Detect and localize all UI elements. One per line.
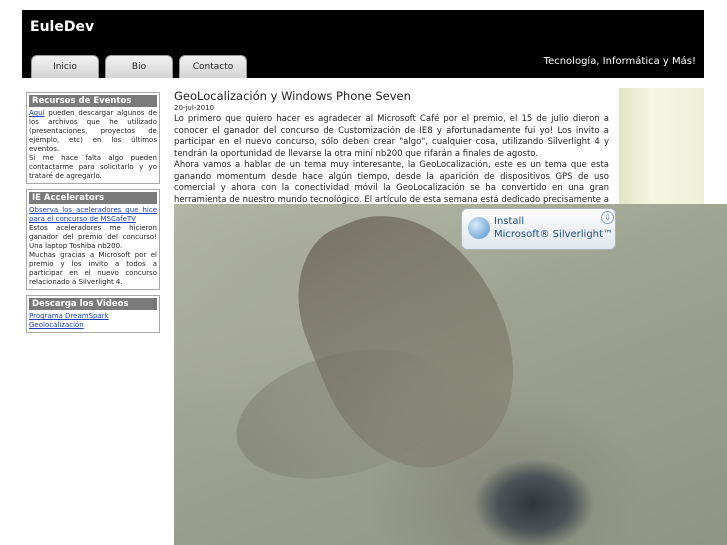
box-text-body: pueden descargar algunos de los archivos… <box>29 109 157 153</box>
download-arrow-icon: ⇩ <box>601 211 614 224</box>
box-text: Observa los aceleradores que hice para e… <box>29 206 157 224</box>
video-link-geolocalizacion[interactable]: Geolocalización <box>29 321 157 330</box>
install-silverlight-button[interactable]: Install Microsoft® Silverlight™ ⇩ <box>461 208 616 250</box>
tab-contacto[interactable]: Contacto <box>179 55 247 78</box>
tab-inicio[interactable]: Inicio <box>31 55 99 78</box>
aqui-link[interactable]: Aquí <box>29 109 45 117</box>
box-text-2: Estos aceleradores me hicieron ganador d… <box>29 224 157 250</box>
box-title: IE Accelerators <box>29 192 157 204</box>
main-content: GeoLocalización y Windows Phone Seven 20… <box>174 88 609 218</box>
sidebar-box-ie-accelerators: IE Accelerators Observa los aceleradores… <box>26 189 160 290</box>
sidebar-box-recursos: Recursos de Eventos Aquí pueden descarga… <box>26 92 160 184</box>
video-link-dreamspark[interactable]: Programa DreamSpark <box>29 312 157 321</box>
site-tagline: Tecnología, Informática y Más! <box>543 56 696 67</box>
post-date: 20-jul-2010 <box>174 104 215 112</box>
box-text-3: Muchas gracias a Microsoft por el premio… <box>29 251 157 286</box>
tab-bio[interactable]: Bio <box>105 55 173 78</box>
post-paragraph-1: Lo primero que quiero hacer es agradecer… <box>174 114 609 159</box>
box-title: Descarga los Videos <box>29 298 157 310</box>
silverlight-product-label: Microsoft® Silverlight™ <box>494 229 613 240</box>
sidebar: Recursos de Eventos Aquí pueden descarga… <box>26 92 160 338</box>
aceleradores-link[interactable]: Observa los aceleradores que hice para e… <box>29 206 157 223</box>
site-title[interactable]: EuleDev <box>30 19 94 35</box>
box-text-2: Si me hace falta algo pueden contactarme… <box>29 154 157 180</box>
silverlight-install-label: Install <box>494 216 525 227</box>
box-text: Aquí pueden descargar algunos de los arc… <box>29 109 157 154</box>
box-title: Recursos de Eventos <box>29 95 157 107</box>
post-title[interactable]: GeoLocalización y Windows Phone Seven <box>174 89 609 103</box>
right-column <box>619 88 704 214</box>
silverlight-background-image <box>174 182 727 545</box>
sidebar-box-videos: Descarga los Videos Programa DreamSpark … <box>26 295 160 333</box>
silverlight-logo-icon <box>468 217 490 239</box>
site-header: EuleDev Inicio Bio Contacto Tecnología, … <box>22 10 704 78</box>
